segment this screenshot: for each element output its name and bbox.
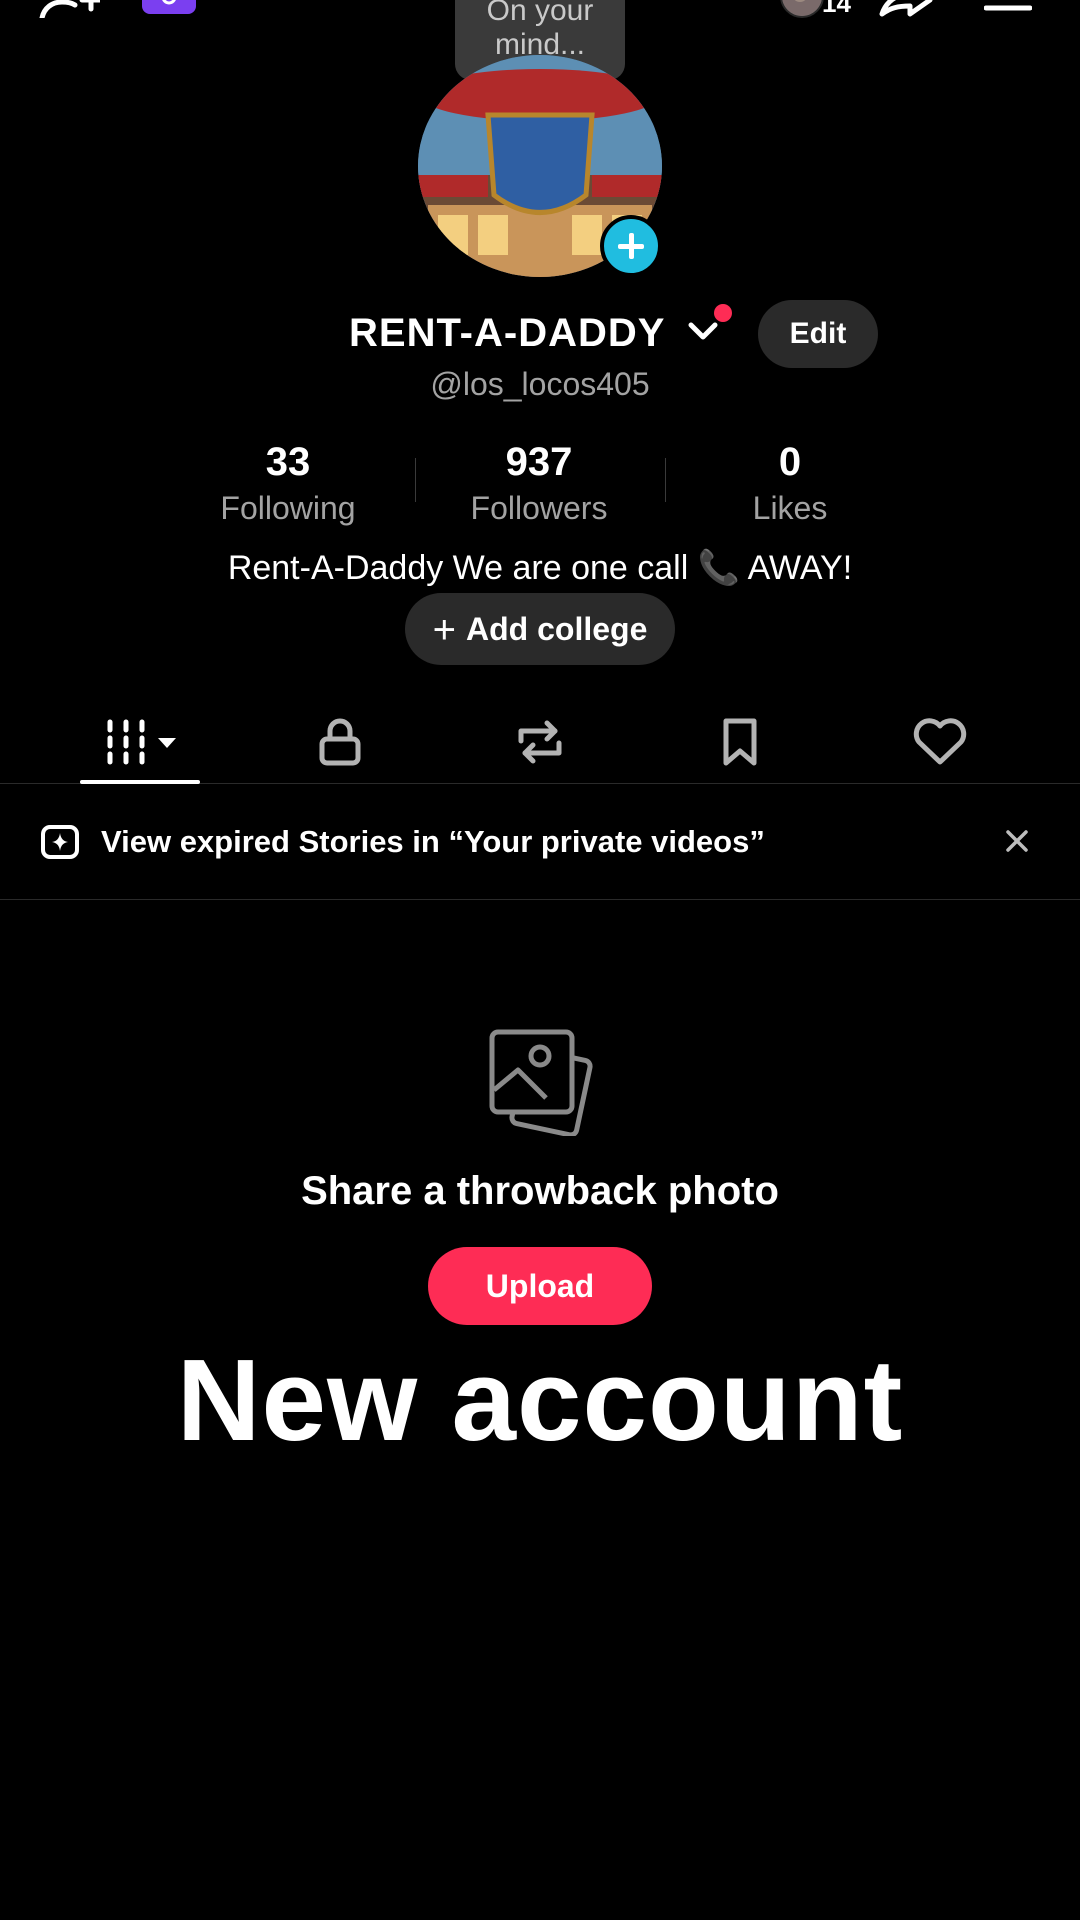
stat-likes-value: 0 [778,440,802,484]
story-plus-icon [40,824,80,865]
profile-stats: 33 Following 937 Followers 0 Likes [0,438,1080,528]
repost-icon [518,720,562,764]
overlay-caption: New account [176,1335,904,1465]
notification-dot [714,304,732,322]
visitor-avatar[interactable] [780,0,824,18]
stat-following-label: Following [220,490,356,526]
visitor-count: 14 [822,0,851,18]
username-handle: @los_locos405 [430,366,650,402]
tab-reposts[interactable] [470,700,610,784]
profile-tabs [0,700,1080,784]
top-bar: On your mind... 14 [0,0,1080,80]
grid-videos-icon [107,719,176,765]
tab-private[interactable] [270,700,410,784]
tab-videos[interactable] [70,700,210,784]
stat-likes-label: Likes [752,490,828,526]
edit-profile-button[interactable]: Edit [758,300,878,368]
close-icon[interactable] [1004,828,1030,859]
stat-followers-label: Followers [470,490,608,526]
stat-likes[interactable]: 0 Likes [665,438,915,528]
stat-following-value: 33 [265,440,311,484]
stat-followers[interactable]: 937 Followers [414,438,664,528]
add-college-button[interactable]: + Add college [405,593,675,665]
expired-stories-banner[interactable]: View expired Stories in “Your private vi… [0,784,1080,900]
upload-button[interactable]: Upload [428,1247,652,1325]
empty-state-title: Share a throwback photo [301,1169,779,1213]
bookmark-icon [723,718,757,766]
profile-avatar-container[interactable] [418,55,662,277]
profile-bio: Rent-A-Daddy We are one call 📞 AWAY! [227,549,853,587]
stat-followers-value: 937 [505,440,573,484]
share-arrow-icon[interactable] [876,0,936,23]
person-plus-icon[interactable] [38,0,103,21]
sparkle-icon [162,0,176,5]
photos-stack-icon [488,1028,594,1141]
hamburger-menu-icon[interactable] [983,0,1033,21]
note-text: On your mind... [486,0,594,61]
chevron-down-icon[interactable] [688,322,718,345]
banner-text: View expired Stories in “Your private vi… [101,824,765,859]
add-story-plus-button[interactable] [600,215,662,277]
lock-icon [319,718,361,766]
tab-favorites[interactable] [670,700,810,784]
tab-liked[interactable] [870,700,1010,784]
heart-icon [913,718,967,765]
plus-icon: + [432,608,456,652]
sparkle-badge[interactable] [142,0,196,14]
add-college-label: Add college [466,611,648,647]
stat-following[interactable]: 33 Following [163,438,413,528]
profile-name-row: RENT-A-DADDY Edit [0,300,1080,368]
display-name[interactable]: RENT-A-DADDY [349,308,665,358]
